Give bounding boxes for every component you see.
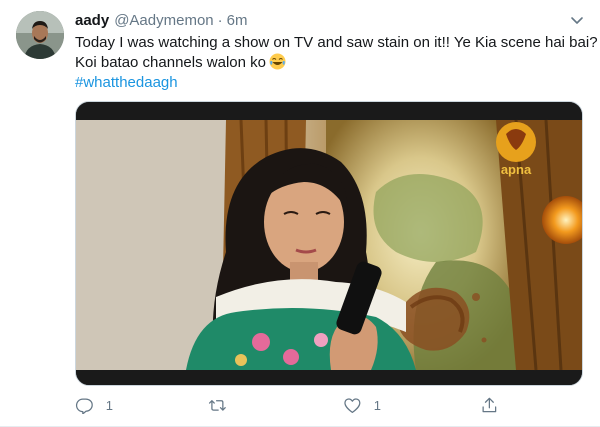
laughing-emoji-icon (269, 53, 286, 70)
like-count: 1 (373, 397, 381, 413)
share-icon (480, 396, 499, 415)
reply-count: 1 (105, 397, 113, 413)
retweet-icon (208, 396, 227, 415)
tweet-text: Today I was watching a show on TV and sa… (75, 33, 598, 93)
channel-logo-text: apna (501, 162, 532, 177)
reply-icon (75, 396, 94, 415)
tweet[interactable]: aady @Aadymemon · 6m Today I was watchin… (0, 0, 600, 427)
separator-dot: · (217, 12, 223, 29)
like-icon (343, 396, 362, 415)
hashtag-link[interactable]: #whatthedaagh (75, 73, 590, 93)
timestamp[interactable]: 6m (227, 11, 248, 31)
display-name[interactable]: aady (75, 11, 109, 31)
chevron-down-icon[interactable] (567, 10, 587, 30)
tweet-text-line-2-content: Koi batao channels walon ko (75, 54, 266, 71)
tweet-media[interactable]: apna (75, 101, 583, 386)
tweet-text-line-1: Today I was watching a show on TV and sa… (75, 34, 598, 51)
retweet-button[interactable] (208, 393, 239, 417)
tweet-text-line-2: Koi batao channels walon ko (75, 53, 590, 73)
share-button[interactable] (480, 393, 499, 417)
tweet-actions: 1 1 (75, 393, 515, 417)
tweet-header: aady @Aadymemon · 6m (75, 11, 247, 31)
reply-button[interactable]: 1 (75, 393, 113, 417)
user-handle[interactable]: @Aadymemon (114, 11, 213, 31)
avatar[interactable] (16, 11, 64, 59)
like-button[interactable]: 1 (343, 393, 381, 417)
